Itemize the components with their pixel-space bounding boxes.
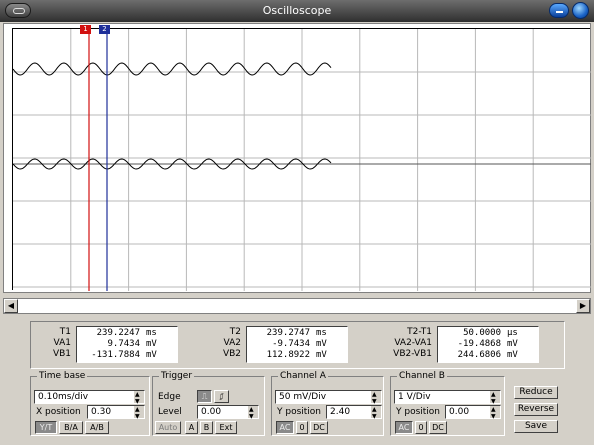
readout-label: VA1 bbox=[53, 338, 71, 348]
dva-unit: mV bbox=[507, 339, 518, 349]
timebase-group: Time base 0.10ms/div X position 0.30 Y/T… bbox=[30, 371, 150, 436]
trigger-title: Trigger bbox=[159, 371, 195, 381]
window-title: Oscilloscope bbox=[262, 4, 332, 17]
vb1-value: -131.7884 bbox=[91, 350, 140, 360]
scroll-left-arrow-icon[interactable]: ◀ bbox=[4, 299, 18, 313]
t1-unit: ms bbox=[146, 328, 157, 338]
rising-edge-icon[interactable]: ⎍ bbox=[197, 390, 212, 403]
readout-label: VB2-VB1 bbox=[393, 349, 432, 359]
channel-b-group: Channel B 1 V/Div Y position 0.00 AC 0 D… bbox=[390, 371, 505, 436]
falling-edge-icon[interactable]: ⎎ bbox=[214, 390, 229, 403]
t2-unit: ms bbox=[316, 328, 327, 338]
scroll-right-arrow-icon[interactable]: ▶ bbox=[576, 299, 590, 313]
readout-box-3: 50.0000 µs -19.4868 mV 244.6806 mV bbox=[437, 326, 539, 363]
va2-value: -9.7434 bbox=[272, 339, 310, 349]
trigger-level-spinner-icon[interactable] bbox=[248, 404, 258, 423]
minimize-button[interactable] bbox=[549, 3, 569, 18]
level-label: Level bbox=[158, 407, 182, 417]
yt-mode-button[interactable]: Y/T bbox=[35, 421, 57, 434]
trigger-b-button[interactable]: B bbox=[200, 421, 213, 434]
vb1-unit: mV bbox=[146, 350, 157, 360]
trigger-auto-button[interactable]: Auto bbox=[155, 421, 181, 434]
timebase-title: Time base bbox=[37, 371, 88, 381]
dvb-unit: mV bbox=[507, 350, 518, 360]
va1-value: 9.7434 bbox=[107, 339, 140, 349]
trigger-level-value: 0.00 bbox=[201, 407, 222, 417]
dva-value: -19.4868 bbox=[457, 339, 501, 349]
scope-screen[interactable] bbox=[12, 28, 591, 291]
readout-label: T2 bbox=[229, 327, 241, 337]
t2-value: 239.2747 bbox=[266, 328, 310, 338]
channel-b-ac-button[interactable]: AC bbox=[395, 421, 413, 434]
xposition-input[interactable]: 0.30 bbox=[87, 404, 145, 423]
dvb-value: 244.6806 bbox=[457, 350, 501, 360]
edge-label: Edge bbox=[158, 392, 181, 402]
scope-grid bbox=[13, 29, 591, 291]
channel-b-ypos-spinner-icon[interactable] bbox=[490, 404, 500, 423]
readout-label: T1 bbox=[59, 327, 71, 337]
channel-a-scale-select[interactable]: 50 mV/Div bbox=[275, 389, 382, 408]
trigger-a-button[interactable]: A bbox=[185, 421, 198, 434]
ab-mode-button[interactable]: A/B bbox=[85, 421, 109, 434]
xposition-label: X position bbox=[36, 407, 81, 417]
save-button[interactable]: Save bbox=[514, 420, 558, 433]
dt-value: 50.0000 bbox=[463, 328, 501, 338]
readout-label: VA2-VA1 bbox=[394, 338, 432, 348]
readout-label: VB2 bbox=[222, 349, 241, 359]
readout-box-2: 239.2747 ms -9.7434 mV 112.8922 mV bbox=[246, 326, 348, 363]
readout-label: VA2 bbox=[223, 338, 241, 348]
timebase-select[interactable]: 0.10ms/div bbox=[34, 389, 145, 408]
channel-a-ypos-spinner-icon[interactable] bbox=[371, 404, 381, 423]
reduce-button[interactable]: Reduce bbox=[514, 386, 558, 399]
channel-a-title: Channel A bbox=[278, 371, 328, 381]
channel-a-ypos-value: 2.40 bbox=[330, 407, 351, 417]
va2-unit: mV bbox=[316, 339, 327, 349]
channel-b-scale-spinner-icon[interactable] bbox=[490, 389, 500, 408]
channel-a-ac-button[interactable]: AC bbox=[276, 421, 294, 434]
channel-a-dc-button[interactable]: DC bbox=[310, 421, 328, 434]
readout-label: VB1 bbox=[52, 349, 71, 359]
t1-value: 239.2247 bbox=[96, 328, 140, 338]
va1-unit: mV bbox=[146, 339, 157, 349]
vb2-unit: mV bbox=[316, 350, 327, 360]
readout-label: T2-T1 bbox=[407, 327, 432, 337]
channel-b-ypos-input[interactable]: 0.00 bbox=[445, 404, 501, 423]
close-button[interactable] bbox=[572, 2, 589, 19]
dt-unit: µs bbox=[507, 328, 518, 338]
channel-b-dc-button[interactable]: DC bbox=[429, 421, 447, 434]
scope-display bbox=[3, 23, 591, 293]
vb2-value: 112.8922 bbox=[266, 350, 310, 360]
ba-mode-button[interactable]: B/A bbox=[59, 421, 83, 434]
timebase-value: 0.10ms/div bbox=[38, 392, 89, 402]
channel-a-group: Channel A 50 mV/Div Y position 2.40 AC 0… bbox=[271, 371, 384, 436]
channel-a-ypos-label: Y position bbox=[277, 407, 322, 417]
channel-b-ypos-value: 0.00 bbox=[449, 407, 470, 417]
channel-a-scale-spinner-icon[interactable] bbox=[371, 389, 381, 408]
cursor-1-handle[interactable]: 1 bbox=[80, 25, 91, 34]
channel-a-trace bbox=[13, 62, 332, 76]
channel-a-ypos-input[interactable]: 2.40 bbox=[326, 404, 382, 423]
channel-b-scale-select[interactable]: 1 V/Div bbox=[394, 389, 501, 408]
xposition-spinner-icon[interactable] bbox=[134, 404, 144, 423]
channel-a-zero-button[interactable]: 0 bbox=[296, 421, 308, 434]
trigger-ext-button[interactable]: Ext bbox=[215, 421, 237, 434]
title-bar[interactable]: Oscilloscope bbox=[0, 0, 594, 22]
channel-a-scale-value: 50 mV/Div bbox=[279, 392, 327, 402]
cursor-2-handle[interactable]: 2 bbox=[99, 25, 110, 34]
trigger-group: Trigger Edge ⎍ ⎎ Level 0.00 Auto A B Ext bbox=[152, 371, 265, 436]
horizontal-scrollbar[interactable]: ◀ ▶ bbox=[3, 298, 591, 314]
timebase-spinner-icon[interactable] bbox=[134, 389, 144, 408]
measurement-readout: T1 VA1 VB1 239.2247 ms 9.7434 mV -131.7884… bbox=[30, 321, 565, 369]
channel-b-ypos-label: Y position bbox=[396, 407, 441, 417]
trigger-level-input[interactable]: 0.00 bbox=[197, 404, 259, 423]
channel-b-zero-button[interactable]: 0 bbox=[415, 421, 427, 434]
oscilloscope-window: Oscilloscope 1 2 ◀ ▶ T1 VA1 VB1 239.2247… bbox=[0, 0, 594, 445]
reverse-button[interactable]: Reverse bbox=[514, 403, 558, 416]
channel-b-scale-value: 1 V/Div bbox=[398, 392, 431, 402]
channel-b-title: Channel B bbox=[397, 371, 447, 381]
readout-box-1: 239.2247 ms 9.7434 mV -131.7884 mV bbox=[76, 326, 178, 363]
xposition-value: 0.30 bbox=[91, 407, 112, 417]
